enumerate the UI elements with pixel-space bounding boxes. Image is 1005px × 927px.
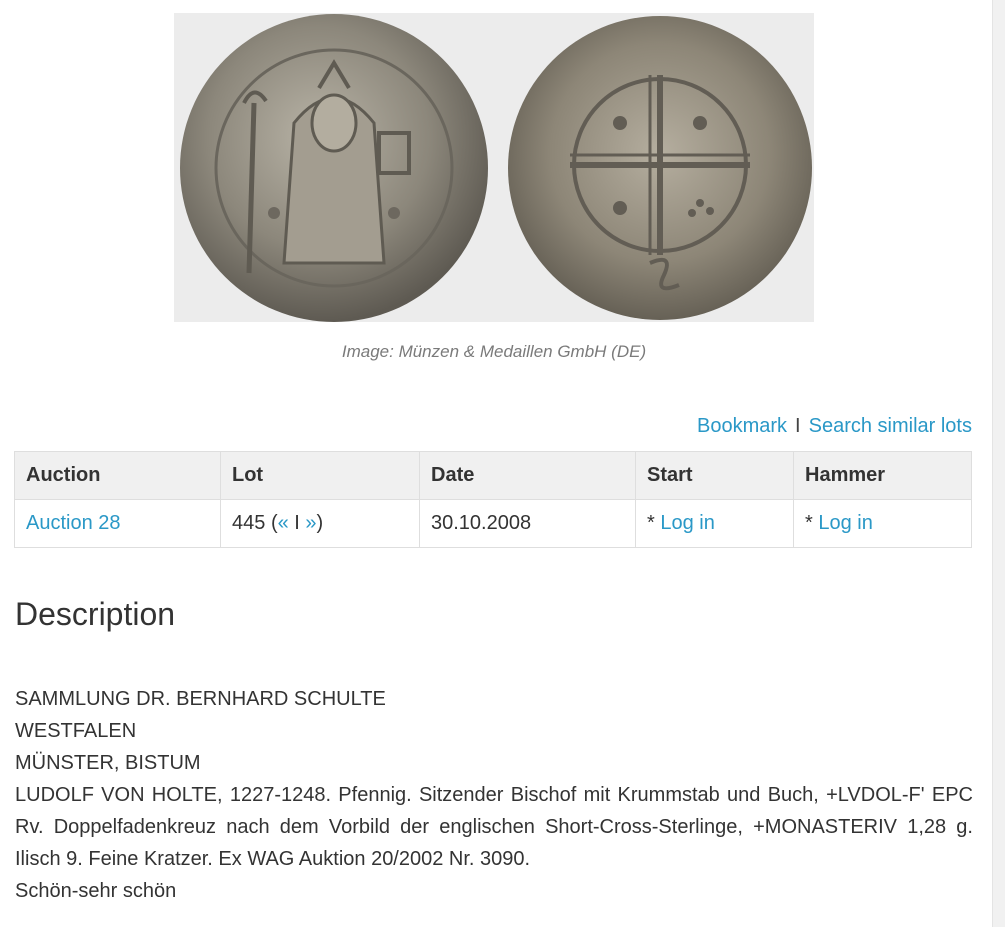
description-grade: Schön-sehr schön <box>15 880 177 902</box>
date-cell: 30.10.2008 <box>419 499 636 548</box>
bookmark-link[interactable]: Bookmark <box>697 415 787 437</box>
table-header-row: Auction Lot Date Start Hammer <box>14 451 972 500</box>
image-caption: Image: Münzen & Medaillen GmbH (DE) <box>341 342 647 361</box>
coin-obverse <box>180 14 488 322</box>
lot-table: Auction Lot Date Start Hammer Auction 28… <box>14 451 972 548</box>
description-line: SAMMLUNG DR. BERNHARD SCHULTE <box>15 688 386 710</box>
column-header-start: Start <box>635 451 794 500</box>
auction-cell: Auction 28 <box>14 499 221 548</box>
next-lot-link[interactable]: » <box>305 512 316 534</box>
description-line: WESTFALEN <box>15 720 137 742</box>
hammer-cell: * Log in <box>793 499 972 548</box>
lot-paren-open: ( <box>270 512 278 534</box>
description-body: SAMMLUNG DR. BERNHARD SCHULTE WESTFALEN … <box>15 683 973 907</box>
lot-cell: 445 (« I ») <box>220 499 420 548</box>
lot-paren-close: ) <box>316 512 324 534</box>
hammer-prefix: * <box>805 512 819 534</box>
coin-image <box>174 13 814 322</box>
search-similar-lots-link[interactable]: Search similar lots <box>809 415 972 437</box>
previous-lot-link[interactable]: « <box>278 512 289 534</box>
hammer-login-link[interactable]: Log in <box>818 512 873 534</box>
scrollbar[interactable] <box>992 0 1005 927</box>
column-header-hammer: Hammer <box>793 451 972 500</box>
column-header-auction: Auction <box>14 451 221 500</box>
description-paragraph: LUDOLF VON HOLTE, 1227-1248. Pfennig. Si… <box>15 784 973 870</box>
lot-nav-separator: I <box>294 512 300 534</box>
column-header-lot: Lot <box>220 451 420 500</box>
lot-number: 445 <box>232 512 266 534</box>
description-line: MÜNSTER, BISTUM <box>15 752 201 774</box>
description-heading: Description <box>15 596 176 632</box>
start-cell: * Log in <box>635 499 794 548</box>
actions-separator: I <box>795 415 801 437</box>
lot-actions: Bookmark I Search similar lots <box>697 415 972 438</box>
table-row: Auction 28 445 (« I ») 30.10.2008 * Log … <box>14 499 972 548</box>
coin-reverse <box>508 16 812 320</box>
start-login-link[interactable]: Log in <box>660 512 715 534</box>
column-header-date: Date <box>419 451 636 500</box>
start-prefix: * <box>647 512 661 534</box>
auction-link[interactable]: Auction 28 <box>26 512 121 534</box>
